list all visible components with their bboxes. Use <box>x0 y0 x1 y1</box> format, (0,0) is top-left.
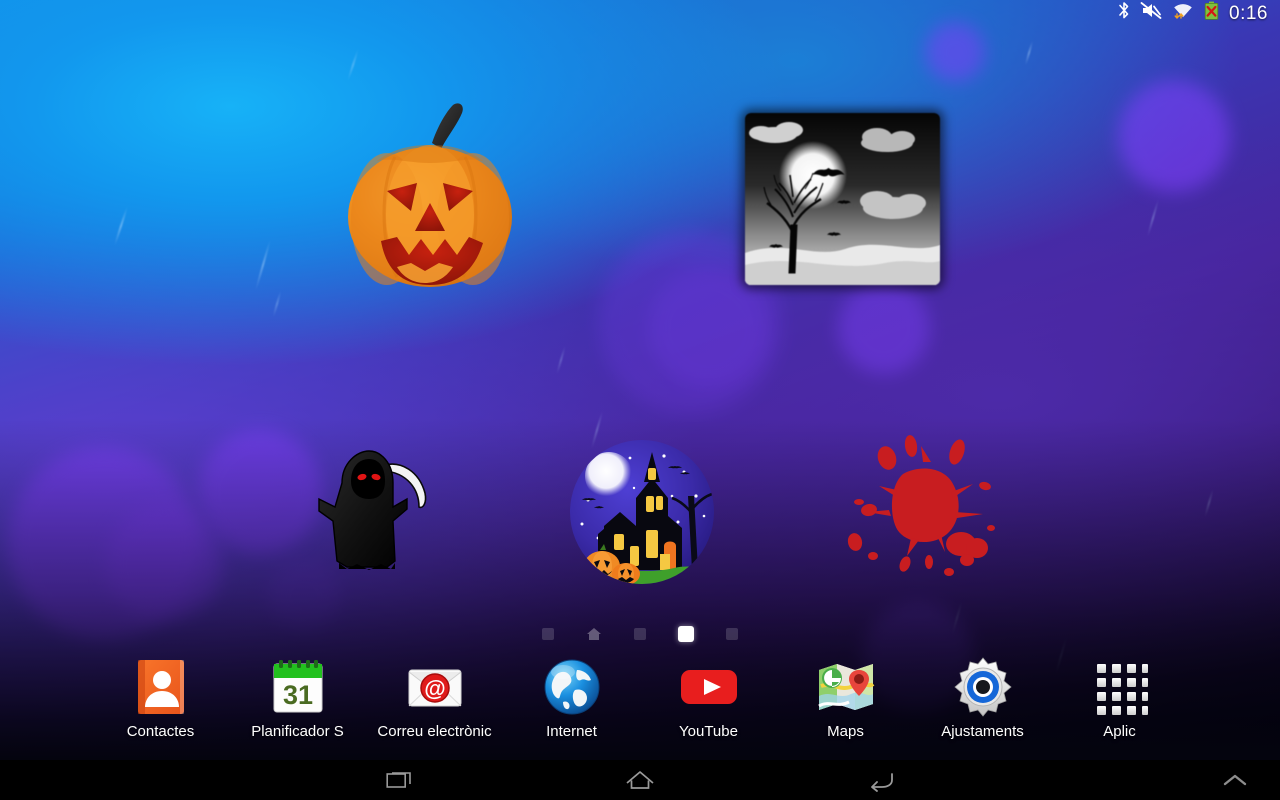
settings-icon <box>952 656 1014 718</box>
battery-error-icon <box>1204 1 1219 25</box>
pumpkin-icon <box>348 103 512 287</box>
dock-item-correu-electronic[interactable]: @ Correu electrònic <box>366 656 503 739</box>
blood-splatter-widget[interactable] <box>845 432 1005 582</box>
recent-apps-button[interactable] <box>355 760 445 800</box>
meteor-streak <box>555 345 567 375</box>
dock-label-maps: Maps <box>827 723 864 740</box>
svg-text:@: @ <box>424 676 445 701</box>
night-scene-widget[interactable] <box>745 113 940 285</box>
meteor-streak <box>346 48 360 82</box>
contacts-icon <box>130 656 192 718</box>
back-button[interactable] <box>837 760 927 800</box>
page-indicator-home-icon[interactable] <box>586 627 602 641</box>
bokeh-circle <box>1118 80 1230 192</box>
bokeh-circle <box>925 22 985 82</box>
dock-item-maps[interactable]: Maps <box>777 656 914 739</box>
volume-mute-icon <box>1140 1 1162 25</box>
dock-item-planificador-s[interactable]: 31 Planificador S <box>229 656 366 739</box>
page-indicator-dot-active[interactable] <box>678 626 694 642</box>
grim-reaper-widget[interactable] <box>295 435 445 585</box>
pumpkin-widget[interactable] <box>335 95 525 295</box>
dock-item-aplic[interactable]: Aplic <box>1051 656 1188 739</box>
status-bar[interactable]: 0:16 <box>1104 0 1280 26</box>
calendar-day: 31 <box>282 680 312 710</box>
bokeh-circle <box>106 506 222 622</box>
app-drawer-icon <box>1089 656 1151 718</box>
page-indicator-dot[interactable] <box>634 628 646 640</box>
dock-item-youtube[interactable]: YouTube <box>640 656 777 739</box>
night-scene-icon <box>745 113 940 285</box>
meteor-streak <box>254 238 272 292</box>
haunted-house-widget[interactable] <box>568 438 716 586</box>
recent-apps-icon <box>386 772 411 788</box>
dock-label-internet: Internet <box>546 723 597 740</box>
bokeh-circle <box>838 282 930 374</box>
page-indicator-dot[interactable] <box>726 628 738 640</box>
browser-icon <box>541 656 603 718</box>
bokeh-circle <box>8 448 200 640</box>
navigation-bar <box>0 760 1280 800</box>
home-icon <box>626 771 654 789</box>
calendar-icon: 31 <box>267 656 329 718</box>
youtube-icon <box>678 656 740 718</box>
dock-item-ajustaments[interactable]: Ajustaments <box>914 656 1051 739</box>
meteor-streak <box>1146 198 1160 238</box>
maps-icon <box>815 656 877 718</box>
dock-label-aplic: Aplic <box>1103 723 1136 740</box>
meteor-streak <box>272 290 282 318</box>
dock-label-youtube: YouTube <box>679 723 738 740</box>
dock: Contactes 31 Planificador S @ Correu ele… <box>0 650 1280 760</box>
meteor-streak <box>1203 488 1215 518</box>
page-indicator <box>0 626 1280 642</box>
bluetooth-icon <box>1118 1 1130 25</box>
expand-button[interactable] <box>1190 760 1280 800</box>
status-bar-clock: 0:16 <box>1229 2 1268 24</box>
android-home-screen: Contactes 31 Planificador S @ Correu ele… <box>0 0 1280 800</box>
dock-label-planificador-s: Planificador S <box>251 723 344 740</box>
back-icon <box>871 773 893 792</box>
chevron-up-icon <box>1223 774 1247 786</box>
bokeh-circle <box>648 268 768 388</box>
dock-label-correu-electronic: Correu electrònic <box>377 723 492 740</box>
meteor-streak <box>113 205 129 247</box>
dock-item-contactes[interactable]: Contactes <box>92 656 229 739</box>
blood-splatter-icon <box>847 435 995 576</box>
grim-reaper-icon <box>318 450 427 570</box>
wifi-icon <box>1172 1 1194 25</box>
home-button[interactable] <box>595 760 685 800</box>
dock-label-contactes: Contactes <box>126 723 195 740</box>
dock-label-ajustaments: Ajustaments <box>941 723 1024 740</box>
wallpaper[interactable] <box>0 0 1280 760</box>
email-icon: @ <box>404 656 466 718</box>
meteor-streak <box>1024 40 1034 66</box>
night-scene-frame <box>745 113 940 285</box>
page-indicator-dot[interactable] <box>542 628 554 640</box>
haunted-house-icon <box>570 440 714 584</box>
dock-item-internet[interactable]: Internet <box>503 656 640 739</box>
